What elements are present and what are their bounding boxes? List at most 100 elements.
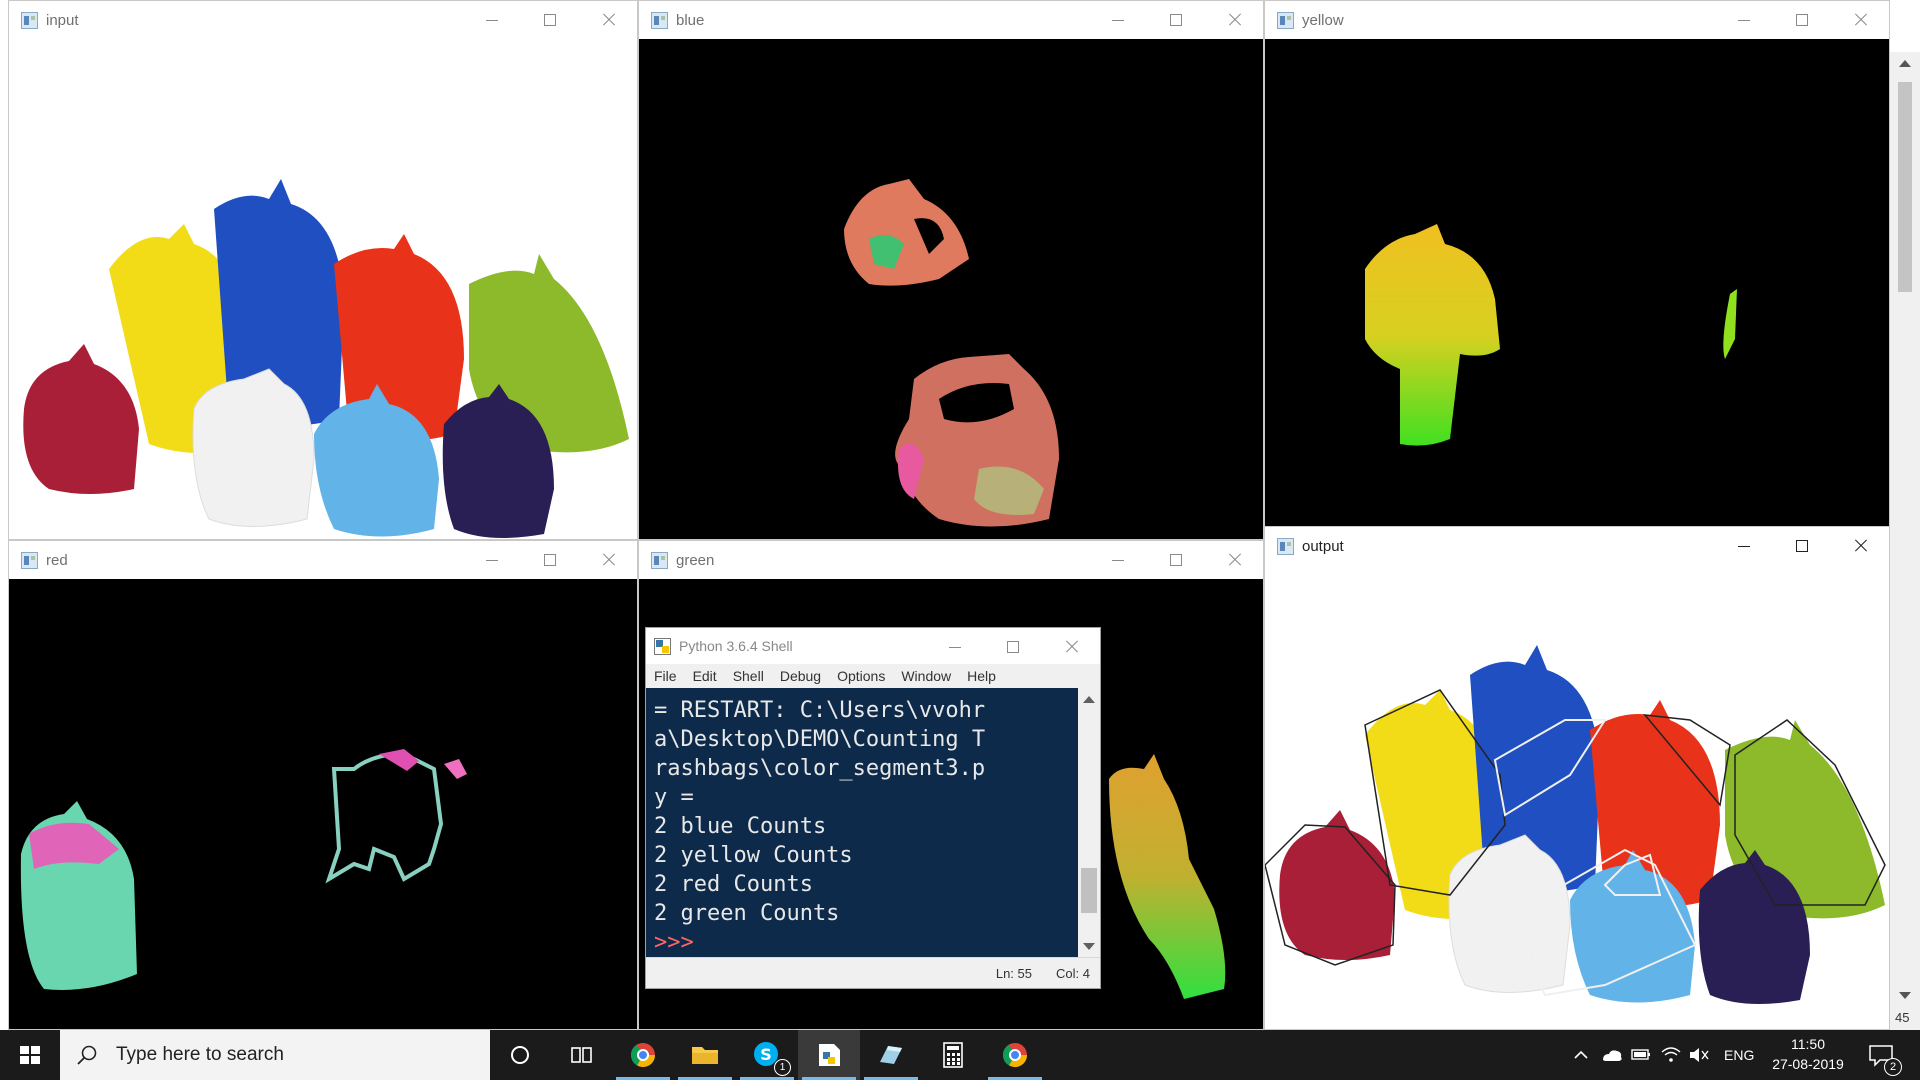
show-hidden-icons[interactable] xyxy=(1570,1030,1592,1080)
minimize-button[interactable] xyxy=(463,1,521,39)
scrollbar-thumb[interactable] xyxy=(1898,82,1912,292)
python-shell-window[interactable]: Python 3.6.4 Shell File Edit Shell Debug… xyxy=(645,627,1101,989)
taskbar-python-idle[interactable] xyxy=(798,1030,860,1080)
language-indicator[interactable]: ENG xyxy=(1724,1047,1754,1063)
status-col: Col: 4 xyxy=(1056,966,1090,981)
chrome-icon xyxy=(631,1043,655,1068)
output-window[interactable]: output xyxy=(1264,526,1890,1030)
close-button[interactable] xyxy=(579,1,637,39)
folder-icon xyxy=(692,1047,718,1064)
volume-tray[interactable] xyxy=(1686,1030,1712,1080)
clock[interactable]: 11:50 27-08-2019 xyxy=(1768,1030,1848,1080)
wifi-tray[interactable] xyxy=(1658,1030,1684,1080)
taskbar-file-explorer[interactable] xyxy=(674,1030,736,1080)
minimize-button[interactable] xyxy=(1089,1,1147,39)
console-prompt[interactable]: >>> xyxy=(654,928,1070,957)
maximize-button[interactable] xyxy=(984,628,1042,664)
output-image xyxy=(1265,565,1889,1029)
action-center[interactable]: 2 xyxy=(1862,1030,1902,1080)
task-view-button[interactable] xyxy=(550,1030,612,1080)
close-button[interactable] xyxy=(579,541,637,579)
cortana-button[interactable] xyxy=(490,1030,552,1080)
close-button[interactable] xyxy=(1831,1,1889,39)
blue-window[interactable]: blue xyxy=(638,0,1264,540)
minimize-button[interactable] xyxy=(1715,527,1773,565)
taskbar-chrome-1[interactable] xyxy=(612,1030,674,1080)
window-title: green xyxy=(676,551,715,569)
titlebar[interactable]: input xyxy=(9,1,637,39)
search-icon xyxy=(77,1045,97,1065)
scroll-thumb[interactable] xyxy=(1081,868,1097,913)
menu-options[interactable]: Options xyxy=(829,668,893,684)
close-button[interactable] xyxy=(1831,527,1889,565)
menu-help[interactable]: Help xyxy=(959,668,1004,684)
clock-date: 27-08-2019 xyxy=(1772,1056,1844,1072)
onedrive-tray[interactable] xyxy=(1598,1030,1624,1080)
minimize-button[interactable] xyxy=(1715,1,1773,39)
scroll-up-icon[interactable] xyxy=(1083,696,1095,703)
shell-titlebar[interactable]: Python 3.6.4 Shell xyxy=(646,628,1100,664)
console-line: 2 yellow Counts xyxy=(654,843,853,868)
yellow-segments xyxy=(1365,224,1737,446)
maximize-button[interactable] xyxy=(1773,1,1831,39)
window-app-icon xyxy=(651,11,668,29)
windows-icon xyxy=(20,1046,40,1064)
console-line: rashbags\color_segment3.p xyxy=(654,756,986,781)
start-button[interactable] xyxy=(0,1030,60,1080)
edge-label: 45 xyxy=(1895,1010,1910,1025)
battery-tray[interactable] xyxy=(1628,1030,1654,1080)
input-image xyxy=(9,39,637,539)
window-app-icon xyxy=(1277,537,1294,555)
close-button[interactable] xyxy=(1205,1,1263,39)
menu-window[interactable]: Window xyxy=(893,668,959,684)
scroll-down-icon[interactable] xyxy=(1083,943,1095,950)
yellow-window[interactable]: yellow xyxy=(1264,0,1890,540)
calculator-icon xyxy=(943,1042,963,1068)
menu-shell[interactable]: Shell xyxy=(725,668,772,684)
search-box[interactable]: Type here to search xyxy=(60,1030,490,1080)
titlebar[interactable]: yellow xyxy=(1265,1,1889,39)
titlebar[interactable]: green xyxy=(639,541,1263,579)
minimize-button[interactable] xyxy=(463,541,521,579)
minimize-button[interactable] xyxy=(1089,541,1147,579)
taskbar-chrome-2[interactable] xyxy=(984,1030,1046,1080)
menu-file[interactable]: File xyxy=(646,668,685,684)
close-button[interactable] xyxy=(1205,541,1263,579)
blue-mask-image xyxy=(639,39,1263,539)
shell-console[interactable]: = RESTART: C:\Users\vvohr a\Desktop\DEMO… xyxy=(646,688,1078,958)
maximize-button[interactable] xyxy=(1147,541,1205,579)
taskbar-skype[interactable]: S 1 xyxy=(736,1030,798,1080)
minimize-button[interactable] xyxy=(926,628,984,664)
close-button[interactable] xyxy=(1042,628,1100,664)
skype-badge: 1 xyxy=(774,1059,791,1076)
shell-statusbar: Ln: 55 Col: 4 xyxy=(646,957,1100,988)
shell-scrollbar[interactable] xyxy=(1078,688,1100,958)
maximize-button[interactable] xyxy=(1147,1,1205,39)
console-line: = RESTART: C:\Users\vvohr xyxy=(654,698,986,723)
window-title: yellow xyxy=(1302,11,1344,29)
menu-edit[interactable]: Edit xyxy=(685,668,725,684)
search-placeholder: Type here to search xyxy=(116,1044,284,1065)
wifi-icon xyxy=(1661,1047,1681,1062)
titlebar[interactable]: red xyxy=(9,541,637,579)
chevron-up-icon xyxy=(1574,1050,1588,1059)
red-window[interactable]: red xyxy=(8,540,638,1030)
maximize-button[interactable] xyxy=(521,541,579,579)
titlebar[interactable]: blue xyxy=(639,1,1263,39)
scrollbar-up-icon[interactable] xyxy=(1899,60,1911,67)
console-line: y = xyxy=(654,785,694,810)
taskbar: Type here to search S 1 ENG 11:50 27-08-… xyxy=(0,1030,1920,1080)
maximize-button[interactable] xyxy=(1773,527,1831,565)
window-title: blue xyxy=(676,11,705,29)
scrollbar-down-icon[interactable] xyxy=(1899,992,1911,999)
yellow-mask-image xyxy=(1265,39,1889,539)
console-line: 2 red Counts xyxy=(654,872,813,897)
console-line: 2 blue Counts xyxy=(654,814,827,839)
menu-debug[interactable]: Debug xyxy=(772,668,829,684)
input-window[interactable]: input xyxy=(8,0,638,540)
taskbar-calculator[interactable] xyxy=(922,1030,984,1080)
maximize-button[interactable] xyxy=(521,1,579,39)
titlebar[interactable]: output xyxy=(1265,527,1889,565)
window-title: red xyxy=(46,551,68,569)
taskbar-app[interactable] xyxy=(860,1030,922,1080)
